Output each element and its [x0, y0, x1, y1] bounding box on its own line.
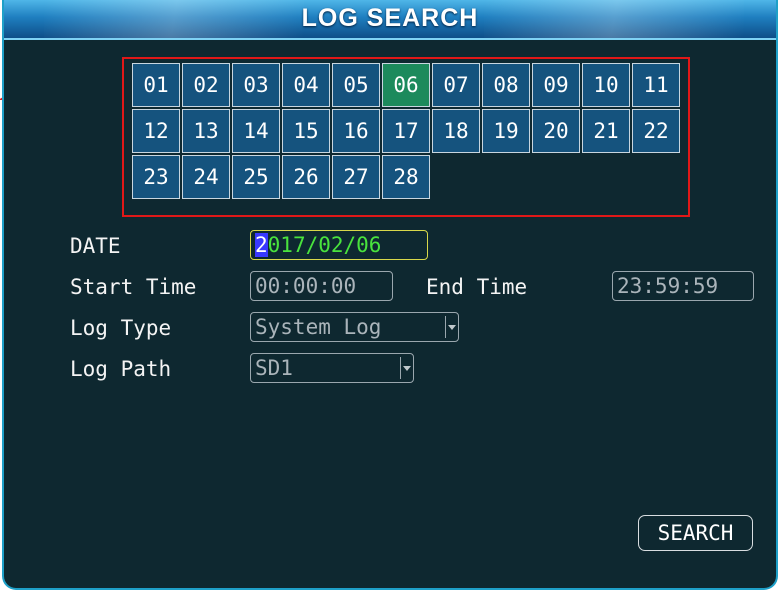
day-cell[interactable]: 20 — [532, 109, 580, 153]
date-value: 017/02/06 — [267, 233, 382, 257]
day-cell[interactable]: 22 — [632, 109, 680, 153]
start-time-label: Start Time — [70, 275, 197, 299]
dvr-screen: LOG SEARCH 01 02 03 04 05 06 07 08 09 10 11 12 13 14 1… — [2, 0, 778, 590]
day-cell[interactable]: 28 — [382, 155, 430, 199]
chevron-down-icon[interactable] — [400, 357, 411, 379]
date-cursor-char: 2 — [255, 233, 268, 257]
end-time-field[interactable]: 23:59:59 — [612, 271, 754, 301]
end-time-label: End Time — [426, 275, 528, 299]
page-title: LOG SEARCH — [301, 4, 479, 32]
log-type-select[interactable]: System Log — [250, 312, 459, 342]
day-cell[interactable]: 11 — [632, 63, 680, 107]
title-bar: LOG SEARCH — [4, 0, 776, 40]
day-cell[interactable]: 09 — [532, 63, 580, 107]
log-path-value: SD1 — [255, 356, 293, 380]
day-cell[interactable]: 03 — [232, 63, 280, 107]
day-cell[interactable]: 14 — [232, 109, 280, 153]
day-cell[interactable]: 27 — [332, 155, 380, 199]
day-cell[interactable]: 05 — [332, 63, 380, 107]
day-cell[interactable]: 08 — [482, 63, 530, 107]
start-time-field[interactable]: 00:00:00 — [250, 271, 393, 301]
day-cell[interactable]: 16 — [332, 109, 380, 153]
calendar-highlight-frame: 01 02 03 04 05 06 07 08 09 10 11 12 13 14 15 16 17 18 19 20… — [122, 57, 690, 217]
day-cell[interactable]: 02 — [182, 63, 230, 107]
log-type-value: System Log — [255, 315, 382, 339]
chevron-down-icon[interactable] — [445, 316, 456, 338]
day-cell[interactable]: 06 — [382, 63, 430, 107]
log-path-label: Log Path — [70, 357, 172, 381]
day-cell[interactable]: 19 — [482, 109, 530, 153]
date-label: DATE — [70, 234, 121, 258]
day-cell[interactable]: 17 — [382, 109, 430, 153]
day-cell[interactable]: 25 — [232, 155, 280, 199]
day-cell[interactable]: 18 — [432, 109, 480, 153]
day-cell[interactable]: 04 — [282, 63, 330, 107]
day-cell[interactable]: 13 — [182, 109, 230, 153]
day-cell[interactable]: 21 — [582, 109, 630, 153]
day-cell[interactable]: 15 — [282, 109, 330, 153]
date-field[interactable]: 2017/02/06 — [250, 230, 428, 260]
log-path-select[interactable]: SD1 — [250, 353, 414, 383]
day-cell[interactable]: 10 — [582, 63, 630, 107]
day-cell[interactable]: 24 — [182, 155, 230, 199]
day-cell[interactable]: 01 — [132, 63, 180, 107]
day-cell[interactable]: 07 — [432, 63, 480, 107]
day-cell[interactable]: 26 — [282, 155, 330, 199]
day-cell[interactable]: 12 — [132, 109, 180, 153]
day-cell[interactable]: 23 — [132, 155, 180, 199]
search-button[interactable]: SEARCH — [638, 515, 753, 551]
log-type-label: Log Type — [70, 316, 172, 340]
